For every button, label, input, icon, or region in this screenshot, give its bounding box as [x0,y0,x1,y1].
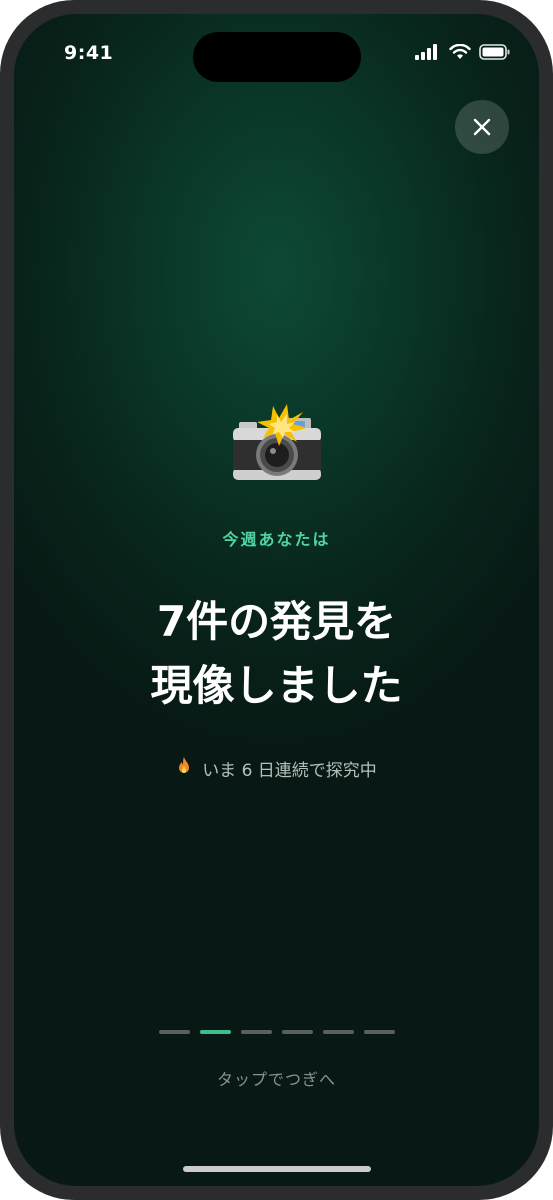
cellular-signal-icon [415,44,441,64]
progress-segment[interactable] [158,1030,190,1034]
progress-segment[interactable] [281,1030,313,1034]
progress-segment-active[interactable] [199,1030,231,1034]
progress-segment[interactable] [240,1030,272,1034]
status-time: 9:41 [64,42,114,64]
story-progress [14,1030,539,1034]
home-indicator[interactable] [182,1166,371,1172]
phone-frame: 9:41 今週あなたは 7件の発見を 現像しました いま 6 日連続で探究中 タ… [0,0,553,1200]
eyebrow-label: 今週あなたは [222,530,331,549]
story-screen[interactable]: 9:41 今週あなたは 7件の発見を 現像しました いま 6 日連続で探究中 タ… [14,14,539,1186]
progress-segment[interactable] [363,1030,395,1034]
camera-with-flash-icon [229,402,325,486]
headline-line-1: 7件の発見を [156,597,397,646]
headline-line-2: 現像しました [150,661,403,710]
headline: 7件の発見を 現像しました [14,590,539,718]
close-button[interactable] [455,100,509,154]
fire-icon [176,756,192,781]
wifi-icon [449,43,471,64]
streak-row: いま 6 日連続で探究中 [14,756,539,781]
progress-segment[interactable] [322,1030,354,1034]
dynamic-island [192,32,361,82]
close-icon [473,118,491,136]
tap-hint: タップでつぎへ [216,1070,336,1089]
battery-icon [479,44,511,64]
status-icons [415,43,511,64]
streak-text: いま 6 日連続で探究中 [202,761,377,781]
